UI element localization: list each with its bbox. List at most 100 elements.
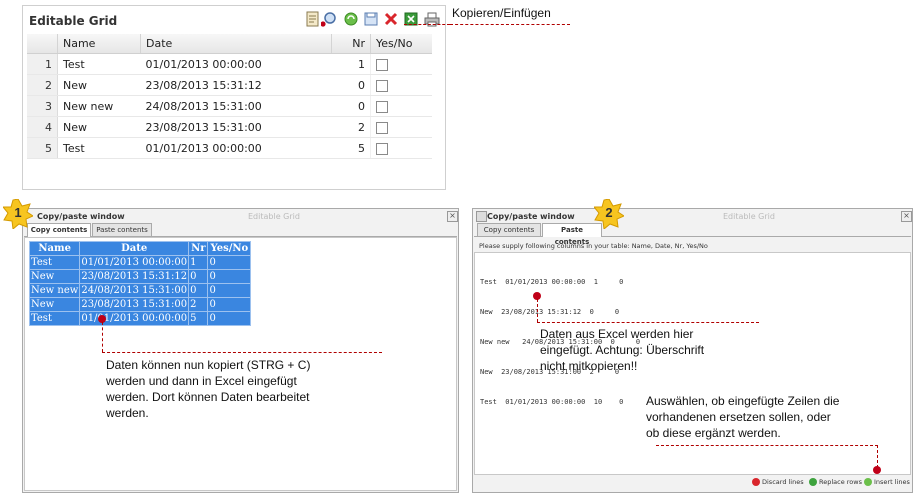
delete-icon[interactable] [383, 11, 399, 27]
discard-lines-label: Discard lines [762, 478, 804, 486]
copy-cell: 0 [207, 255, 252, 270]
cell-name[interactable]: New [57, 74, 141, 96]
replace-rows-button[interactable]: Replace rows [809, 478, 862, 486]
search-icon[interactable] [321, 11, 337, 27]
callout-line: werden. [106, 406, 149, 420]
export-icon[interactable] [305, 11, 321, 27]
callout-connector [537, 322, 759, 323]
cell-name[interactable]: Test [57, 53, 141, 75]
table-row[interactable]: 3 New new 24/08/2013 15:31:00 0 [27, 95, 432, 117]
table-row[interactable]: 1 Test 01/01/2013 00:00:00 1 [27, 53, 432, 75]
tab-bar: Copy contents Paste contents [24, 223, 457, 237]
callout-line: Daten aus Excel werden hier [540, 327, 694, 341]
window-title: Copy/paste window [487, 212, 575, 221]
grid-header-date[interactable]: Date [140, 34, 332, 54]
save-icon[interactable] [363, 11, 379, 27]
step-badge-1: 1 [1, 198, 35, 230]
callout-line: eingefügt. Achtung: Überschrift [540, 343, 705, 357]
callout-top-connector [404, 24, 450, 25]
copy-cell: Test [28, 255, 81, 270]
grid-header-row: Name Date Nr Yes/No [27, 34, 432, 54]
copy-cell: 0 [188, 283, 209, 298]
row-number: 3 [27, 95, 58, 117]
cell-name[interactable]: New [57, 116, 141, 138]
table-row[interactable]: Test 01/01/2013 00:00:00 1 0 [28, 255, 252, 270]
callout-marker [873, 466, 881, 474]
copy-header-yesno: Yes/No [207, 241, 252, 256]
copy-cell: 01/01/2013 00:00:00 [79, 255, 190, 270]
tab-copy-contents[interactable]: Copy contents [477, 223, 541, 236]
copy-cell: Test [28, 311, 81, 326]
copy-cell: 0 [207, 297, 252, 312]
copy-header-date: Date [79, 241, 190, 256]
cell-yesno[interactable] [370, 137, 432, 159]
grid-title: Editable Grid [29, 14, 118, 28]
yes-no-checkbox[interactable] [376, 58, 388, 71]
copy-cell: New [28, 269, 81, 284]
tab-paste-contents[interactable]: Paste contents [542, 223, 602, 246]
callout-copy-paste-label: Kopieren/Einfügen [452, 6, 551, 20]
cell-nr[interactable]: 0 [331, 74, 371, 96]
copy-cell: 0 [188, 269, 209, 284]
window-ghost-title: Editable Grid [723, 212, 775, 221]
cell-yesno[interactable] [370, 95, 432, 117]
grid-header-yesno[interactable]: Yes/No [370, 34, 432, 54]
cell-nr[interactable]: 5 [331, 137, 371, 159]
yes-no-checkbox[interactable] [376, 100, 388, 113]
cell-nr[interactable]: 1 [331, 53, 371, 75]
copy-cell: 0 [207, 283, 252, 298]
copy-cell: 2 [188, 297, 209, 312]
yes-no-checkbox[interactable] [376, 121, 388, 134]
table-row[interactable]: New new 24/08/2013 15:31:00 0 0 [28, 283, 252, 298]
table-row[interactable]: 4 New 23/08/2013 15:31:00 2 [27, 116, 432, 138]
callout-connector [537, 299, 538, 322]
cell-yesno[interactable] [370, 116, 432, 138]
copy-table[interactable]: Name Date Nr Yes/No Test 01/01/2013 00:0… [28, 241, 252, 326]
table-row[interactable]: New 23/08/2013 15:31:00 2 0 [28, 297, 252, 312]
cell-date[interactable]: 01/01/2013 00:00:00 [140, 137, 332, 159]
paste-line: Test 01/01/2013 00:00:00 1 0 [480, 278, 624, 286]
discard-lines-button[interactable]: Discard lines [752, 478, 804, 486]
copy-header-name: Name [28, 241, 81, 256]
tab-paste-contents[interactable]: Paste contents [92, 223, 152, 236]
table-row[interactable]: 2 New 23/08/2013 15:31:12 0 [27, 74, 432, 96]
cell-date[interactable]: 23/08/2013 15:31:00 [140, 116, 332, 138]
callout-paste-text: Daten aus Excel werden hier eingefügt. A… [540, 326, 704, 374]
callout-line: ob diese ergänzt werden. [646, 426, 781, 440]
cell-name[interactable]: Test [57, 137, 141, 159]
table-row[interactable]: 5 Test 01/01/2013 00:00:00 5 [27, 137, 432, 159]
callout-line: Daten können nun kopiert (STRG + C) [106, 358, 311, 372]
cell-yesno[interactable] [370, 53, 432, 75]
row-number: 2 [27, 74, 58, 96]
cell-yesno[interactable] [370, 74, 432, 96]
grid-header-nr[interactable]: Nr [331, 34, 371, 54]
yes-no-checkbox[interactable] [376, 79, 388, 92]
tab-copy-contents[interactable]: Copy contents [27, 223, 91, 237]
copy-cell: 1 [188, 255, 209, 270]
callout-insert-text: Auswählen, ob eingefügte Zeilen die vorh… [646, 393, 839, 441]
cell-nr[interactable]: 2 [331, 116, 371, 138]
insert-lines-button[interactable]: Insert lines [864, 478, 910, 486]
cell-nr[interactable]: 0 [331, 95, 371, 117]
yes-no-checkbox[interactable] [376, 142, 388, 155]
step-badge-2: 2 [592, 198, 626, 230]
close-icon[interactable]: × [901, 211, 912, 222]
grid-table: Name Date Nr Yes/No 1 Test 01/01/2013 00… [27, 34, 432, 159]
callout-connector [102, 322, 103, 352]
table-row[interactable]: Test 01/01/2013 00:00:00 5 0 [28, 311, 252, 326]
row-number: 4 [27, 116, 58, 138]
insert-icon [864, 478, 872, 486]
cell-date[interactable]: 24/08/2013 15:31:00 [140, 95, 332, 117]
editable-grid-panel: Editable Grid Name Date Nr Yes/No 1 Test… [22, 5, 446, 190]
grid-header-name[interactable]: Name [57, 34, 141, 54]
insert-lines-label: Insert lines [874, 478, 910, 486]
cell-name[interactable]: New new [57, 95, 141, 117]
cell-date[interactable]: 23/08/2013 15:31:12 [140, 74, 332, 96]
row-number: 5 [27, 137, 58, 159]
table-row[interactable]: New 23/08/2013 15:31:12 0 0 [28, 269, 252, 284]
cell-date[interactable]: 01/01/2013 00:00:00 [140, 53, 332, 75]
copy-header-nr: Nr [188, 241, 209, 256]
refresh-icon[interactable] [343, 11, 359, 27]
close-icon[interactable]: × [447, 211, 458, 222]
discard-icon [752, 478, 760, 486]
